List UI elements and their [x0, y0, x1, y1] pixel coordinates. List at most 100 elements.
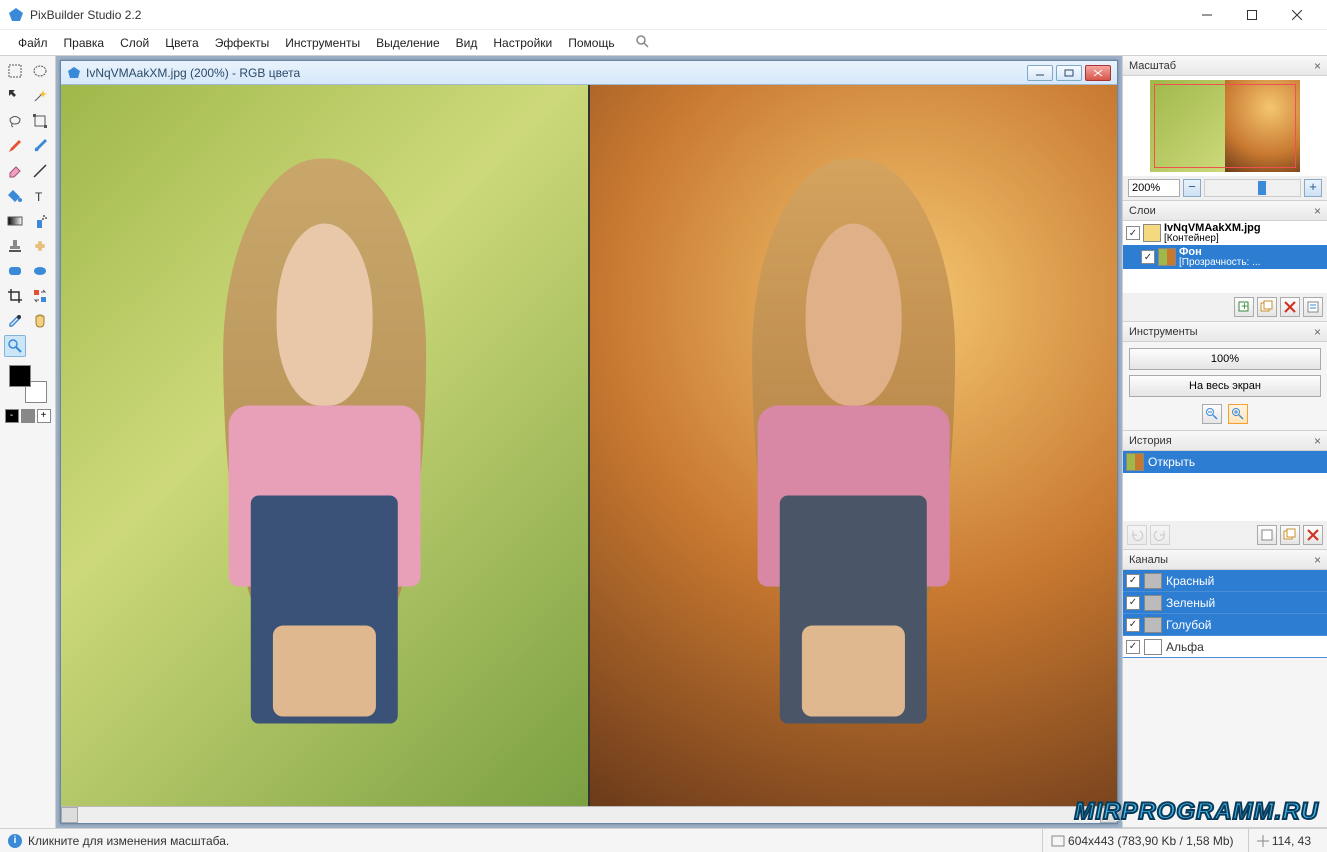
channel-green-row[interactable]: ✓Зеленый: [1123, 592, 1327, 614]
tool-crop[interactable]: [4, 285, 26, 307]
tool-replace-color[interactable]: [29, 285, 51, 307]
color-swatches[interactable]: [9, 365, 47, 403]
menu-view[interactable]: Вид: [450, 33, 484, 53]
window-close-button[interactable]: [1274, 1, 1319, 29]
swatch-white[interactable]: +: [37, 409, 51, 423]
image-before: [61, 85, 588, 806]
app-logo-icon: [8, 7, 24, 23]
menu-layer[interactable]: Слой: [114, 33, 155, 53]
tool-zoom[interactable]: [4, 335, 26, 357]
channel-thumbnail: [1144, 595, 1162, 611]
undo-button[interactable]: [1127, 525, 1147, 545]
menu-tools[interactable]: Инструменты: [279, 33, 366, 53]
redo-button[interactable]: [1150, 525, 1170, 545]
search-icon[interactable]: [629, 31, 655, 54]
zoom-out-tool-button[interactable]: [1202, 404, 1222, 424]
navigator-close-icon[interactable]: ×: [1314, 59, 1321, 73]
channel-blue-row[interactable]: ✓Голубой: [1123, 614, 1327, 636]
channel-red-row[interactable]: ✓Красный: [1123, 570, 1327, 592]
layer-visibility-checkbox[interactable]: ✓: [1126, 226, 1140, 240]
foreground-color-swatch[interactable]: [9, 365, 31, 387]
tool-eyedropper[interactable]: [4, 310, 26, 332]
tool-gradient[interactable]: [4, 210, 26, 232]
layer-container-row[interactable]: ✓ IvNqVMAakXM.jpg[Контейнер]: [1123, 221, 1327, 245]
menu-help[interactable]: Помощь: [562, 33, 620, 53]
tool-stamp[interactable]: [4, 235, 26, 257]
menu-file[interactable]: Файл: [12, 33, 54, 53]
tool-pencil[interactable]: [4, 135, 26, 157]
zoom-100-button[interactable]: 100%: [1129, 348, 1321, 370]
tool-brush[interactable]: [29, 135, 51, 157]
channel-checkbox[interactable]: ✓: [1126, 640, 1140, 654]
tool-text[interactable]: T: [29, 185, 51, 207]
tool-rect-shape[interactable]: [4, 260, 26, 282]
canvas-area: IvNqVMAakXM.jpg (200%) - RGB цвета: [56, 56, 1122, 828]
scroll-left-button[interactable]: [61, 807, 78, 823]
layer-visibility-checkbox[interactable]: ✓: [1141, 250, 1155, 264]
tool-wand[interactable]: [29, 85, 51, 107]
layers-close-icon[interactable]: ×: [1314, 204, 1321, 218]
channels-close-icon[interactable]: ×: [1314, 553, 1321, 567]
doc-minimize-button[interactable]: [1027, 65, 1053, 81]
zoom-input[interactable]: [1128, 179, 1180, 197]
history-item[interactable]: Открыть: [1123, 451, 1327, 473]
history-item-label: Открыть: [1148, 455, 1195, 469]
tool-ellipse-shape[interactable]: [29, 260, 51, 282]
menu-settings[interactable]: Настройки: [487, 33, 558, 53]
menu-edit[interactable]: Правка: [58, 33, 111, 53]
navigator-viewport-rect[interactable]: [1154, 84, 1296, 168]
channel-checkbox[interactable]: ✓: [1126, 574, 1140, 588]
zoom-in-button[interactable]: +: [1304, 179, 1322, 197]
history-new-button[interactable]: [1257, 525, 1277, 545]
document-canvas[interactable]: [61, 85, 1117, 806]
channel-checkbox[interactable]: ✓: [1126, 596, 1140, 610]
tool-heal[interactable]: [29, 235, 51, 257]
menu-colors[interactable]: Цвета: [159, 33, 204, 53]
swatch-black[interactable]: -: [5, 409, 19, 423]
instruments-close-icon[interactable]: ×: [1314, 325, 1321, 339]
doc-close-button[interactable]: [1085, 65, 1111, 81]
channel-alpha-row[interactable]: ✓Альфа: [1123, 636, 1327, 658]
status-coords: 114, 43: [1272, 834, 1311, 848]
swatch-gray[interactable]: [21, 409, 35, 423]
horizontal-scrollbar[interactable]: [61, 806, 1117, 823]
layer-properties-button[interactable]: [1303, 297, 1323, 317]
scroll-right-button[interactable]: [1100, 807, 1117, 823]
tool-eraser[interactable]: [4, 160, 26, 182]
layer-name: IvNqVMAakXM.jpg: [1164, 223, 1324, 234]
history-title: История: [1129, 435, 1172, 447]
history-close-icon[interactable]: ×: [1314, 434, 1321, 448]
info-icon: i: [8, 834, 22, 848]
tool-move[interactable]: [4, 85, 26, 107]
fit-screen-button[interactable]: На весь экран: [1129, 375, 1321, 397]
tool-lasso[interactable]: [4, 110, 26, 132]
layer-background-row[interactable]: ✓ Фон[Прозрачность: ...: [1123, 245, 1327, 269]
menu-effects[interactable]: Эффекты: [209, 33, 276, 53]
zoom-slider[interactable]: [1204, 179, 1301, 197]
tool-hand[interactable]: [29, 310, 51, 332]
folder-icon: [1143, 224, 1161, 242]
tool-fill[interactable]: [4, 185, 26, 207]
duplicate-layer-button[interactable]: [1257, 297, 1277, 317]
document-titlebar[interactable]: IvNqVMAakXM.jpg (200%) - RGB цвета: [61, 61, 1117, 85]
history-thumbnail: [1126, 453, 1144, 471]
tool-ellipse-select[interactable]: [29, 60, 51, 82]
tool-spray[interactable]: [29, 210, 51, 232]
new-layer-button[interactable]: +: [1234, 297, 1254, 317]
layer-sub: [Прозрачность: ...: [1179, 258, 1324, 268]
channel-checkbox[interactable]: ✓: [1126, 618, 1140, 632]
history-delete-button[interactable]: [1303, 525, 1323, 545]
tool-transform[interactable]: [29, 110, 51, 132]
delete-layer-button[interactable]: [1280, 297, 1300, 317]
window-minimize-button[interactable]: [1184, 1, 1229, 29]
tool-line[interactable]: [29, 160, 51, 182]
history-snapshot-button[interactable]: [1280, 525, 1300, 545]
zoom-out-button[interactable]: −: [1183, 179, 1201, 197]
doc-maximize-button[interactable]: [1056, 65, 1082, 81]
tool-rect-select[interactable]: [4, 60, 26, 82]
menu-selection[interactable]: Выделение: [370, 33, 446, 53]
window-maximize-button[interactable]: [1229, 1, 1274, 29]
zoom-in-tool-button[interactable]: [1228, 404, 1248, 424]
status-dimensions: 604x443: [1068, 834, 1114, 848]
navigator-thumbnail[interactable]: [1123, 76, 1327, 176]
